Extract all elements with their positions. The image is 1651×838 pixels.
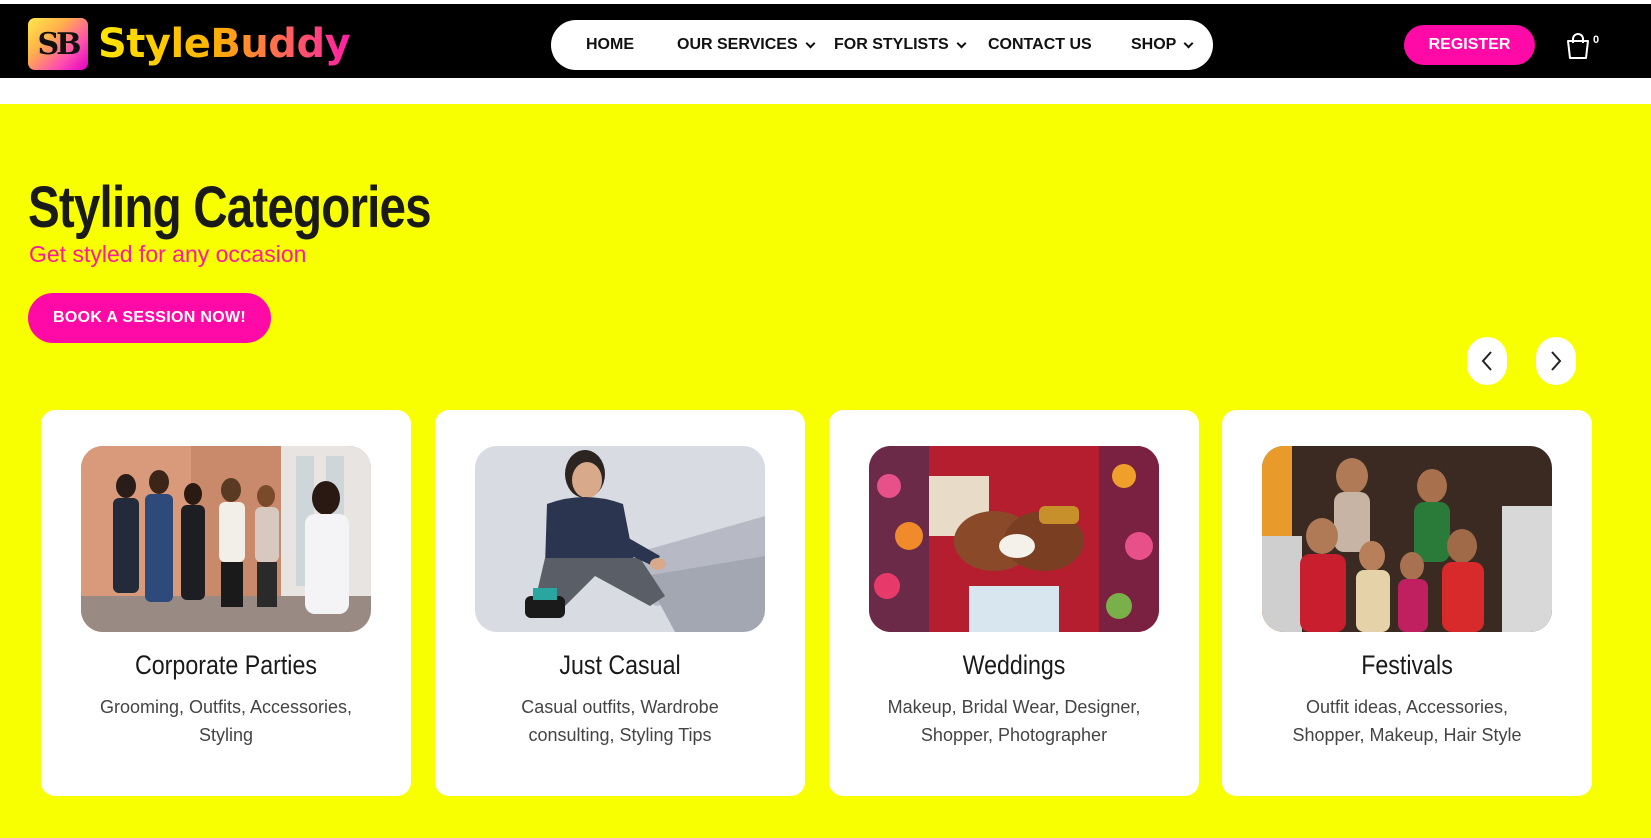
header-spacer	[0, 78, 1651, 104]
shopping-bag-icon[interactable]	[1563, 31, 1593, 61]
wedding-hands-photo	[869, 446, 1159, 632]
nav-home[interactable]: HOME	[586, 20, 634, 70]
casual-man-photo	[475, 446, 765, 632]
category-card-festivals[interactable]: Festivals Outfit ideas, Accessories, Sho…	[1222, 410, 1592, 796]
book-session-button[interactable]: BOOK A SESSION NOW!	[28, 293, 271, 343]
category-description: Casual outfits, Wardrobe consulting, Sty…	[521, 697, 719, 745]
brand-logo[interactable]: SB StyleBuddy	[28, 18, 351, 70]
logo-mark: SB	[28, 18, 88, 70]
chevron-down-icon	[956, 38, 967, 48]
page-title: Styling Categories	[28, 175, 432, 240]
nav-our-services[interactable]: OUR SERVICES	[677, 20, 816, 70]
category-title: Weddings	[962, 650, 1066, 680]
nav-our-services-label: OUR SERVICES	[677, 36, 798, 53]
category-card-just-casual[interactable]: Just Casual Casual outfits, Wardrobe con…	[435, 410, 805, 796]
site-header: SB StyleBuddy HOME OUR SERVICES FOR STYL…	[0, 4, 1651, 78]
chevron-left-icon	[1481, 351, 1492, 371]
brand-name: StyleBuddy	[98, 21, 351, 67]
nav-contact-us[interactable]: CONTACT US	[988, 20, 1092, 70]
chevron-right-icon	[1551, 351, 1562, 371]
nav-contact-us-label: CONTACT US	[988, 36, 1092, 53]
category-title: Festivals	[1361, 650, 1453, 680]
nav-shop-label: SHOP	[1131, 36, 1177, 53]
cart-count: 0	[1593, 34, 1600, 46]
nav-shop[interactable]: SHOP	[1131, 20, 1194, 70]
chevron-down-icon	[805, 38, 816, 48]
festival-family-photo	[1262, 446, 1552, 632]
carousel-prev-button[interactable]	[1467, 337, 1507, 385]
category-description: Makeup, Bridal Wear, Designer, Shopper, …	[887, 697, 1141, 745]
category-title: Just Casual	[559, 650, 681, 680]
carousel-next-button[interactable]	[1536, 337, 1576, 385]
category-description: Outfit ideas, Accessories, Shopper, Make…	[1292, 697, 1522, 745]
page-subtitle: Get styled for any occasion	[29, 241, 307, 267]
nav-for-stylists[interactable]: FOR STYLISTS	[834, 20, 967, 70]
main-nav: HOME OUR SERVICES FOR STYLISTS CONTACT U…	[551, 20, 1213, 70]
category-title: Corporate Parties	[135, 650, 317, 680]
styling-categories-section: Styling Categories Get styled for any oc…	[0, 104, 1651, 838]
corporate-party-photo	[81, 446, 371, 632]
chevron-down-icon	[1183, 38, 1194, 48]
nav-home-label: HOME	[586, 36, 634, 53]
category-card-corporate-parties[interactable]: Corporate Parties Grooming, Outfits, Acc…	[41, 410, 411, 796]
register-button[interactable]: REGISTER	[1404, 25, 1535, 65]
category-card-weddings[interactable]: Weddings Makeup, Bridal Wear, Designer, …	[829, 410, 1199, 796]
category-description: Grooming, Outfits, Accessories, Styling	[99, 697, 353, 745]
nav-for-stylists-label: FOR STYLISTS	[834, 36, 949, 53]
